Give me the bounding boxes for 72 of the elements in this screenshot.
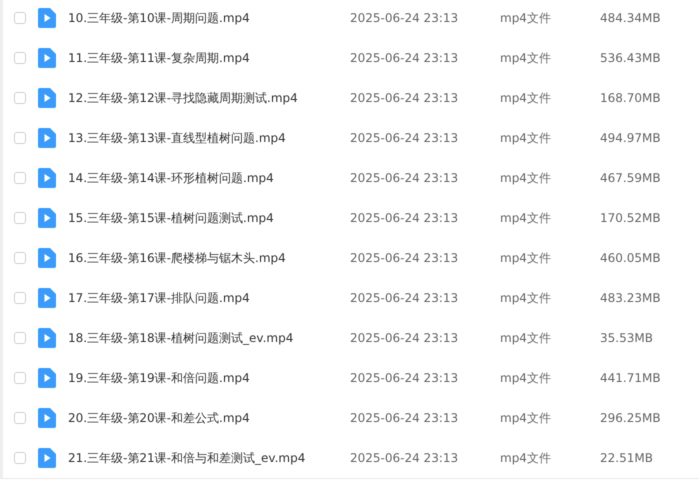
modified-date: 2025-06-24 23:13 [350,211,460,225]
file-size: 170.52MB [600,211,661,225]
video-file-icon [38,208,56,228]
modified-date: 2025-06-24 23:13 [350,91,460,105]
file-type: mp4文件 [500,210,552,226]
checkbox[interactable] [14,52,26,64]
checkbox[interactable] [14,252,26,264]
file-size: 296.25MB [600,411,661,425]
file-size: 168.70MB [600,91,661,105]
video-file-icon [38,448,56,468]
checkbox[interactable] [14,412,26,424]
file-name[interactable]: 21.三年级-第21课-和倍与和差测试_ev.mp4 [68,450,350,466]
checkbox[interactable] [14,212,26,224]
video-file-icon [38,368,56,388]
file-type: mp4文件 [500,330,552,346]
video-file-icon [38,48,56,68]
file-name[interactable]: 18.三年级-第18课-植树问题测试_ev.mp4 [68,330,350,346]
file-name[interactable]: 14.三年级-第14课-环形植树问题.mp4 [68,170,350,186]
file-name[interactable]: 19.三年级-第19课-和倍问题.mp4 [68,370,350,386]
file-size: 494.97MB [600,131,661,145]
file-size: 483.23MB [600,291,661,305]
video-file-icon [38,128,56,148]
file-size: 460.05MB [600,251,661,265]
checkbox[interactable] [14,292,26,304]
video-file-icon [38,88,56,108]
video-file-icon [38,288,56,308]
modified-date: 2025-06-24 23:13 [350,291,460,305]
file-type: mp4文件 [500,410,552,426]
file-type: mp4文件 [500,10,552,26]
modified-date: 2025-06-24 23:13 [350,131,460,145]
file-type: mp4文件 [500,290,552,306]
file-size: 467.59MB [600,171,661,185]
checkbox[interactable] [14,132,26,144]
file-name[interactable]: 20.三年级-第20课-和差公式.mp4 [68,410,350,426]
file-name[interactable]: 16.三年级-第16课-爬楼梯与锯木头.mp4 [68,250,350,266]
file-type: mp4文件 [500,250,552,266]
file-name[interactable]: 13.三年级-第13课-直线型植树问题.mp4 [68,130,350,146]
file-size: 441.71MB [600,371,661,385]
file-size: 536.43MB [600,51,661,65]
checkbox[interactable] [14,372,26,384]
file-type: mp4文件 [500,50,552,66]
modified-date: 2025-06-24 23:13 [350,51,460,65]
video-file-icon [38,248,56,268]
modified-date: 2025-06-24 23:13 [350,411,460,425]
file-name[interactable]: 12.三年级-第12课-寻找隐藏周期测试.mp4 [68,90,350,106]
checkbox[interactable] [14,12,26,24]
file-type: mp4文件 [500,450,552,466]
file-type: mp4文件 [500,170,552,186]
modified-date: 2025-06-24 23:13 [350,451,460,465]
file-type: mp4文件 [500,90,552,106]
modified-date: 2025-06-24 23:13 [350,371,460,385]
file-type: mp4文件 [500,370,552,386]
video-file-icon [38,328,56,348]
checkbox[interactable] [14,92,26,104]
file-size: 484.34MB [600,11,661,25]
file-size: 35.53MB [600,331,653,345]
file-size: 22.51MB [600,451,653,465]
modified-date: 2025-06-24 23:13 [350,331,460,345]
file-type: mp4文件 [500,130,552,146]
modified-date: 2025-06-24 23:13 [350,251,460,265]
video-file-icon [38,8,56,28]
file-name[interactable]: 11.三年级-第11课-复杂周期.mp4 [68,50,350,66]
modified-date: 2025-06-24 23:13 [350,171,460,185]
video-file-icon [38,408,56,428]
file-name[interactable]: 10.三年级-第10课-周期问题.mp4 [68,10,350,26]
checkbox[interactable] [14,452,26,464]
checkbox[interactable] [14,172,26,184]
file-name[interactable]: 15.三年级-第15课-植树问题测试.mp4 [68,210,350,226]
video-file-icon [38,168,56,188]
checkbox[interactable] [14,332,26,344]
modified-date: 2025-06-24 23:13 [350,11,460,25]
file-name[interactable]: 17.三年级-第17课-排队问题.mp4 [68,290,350,306]
